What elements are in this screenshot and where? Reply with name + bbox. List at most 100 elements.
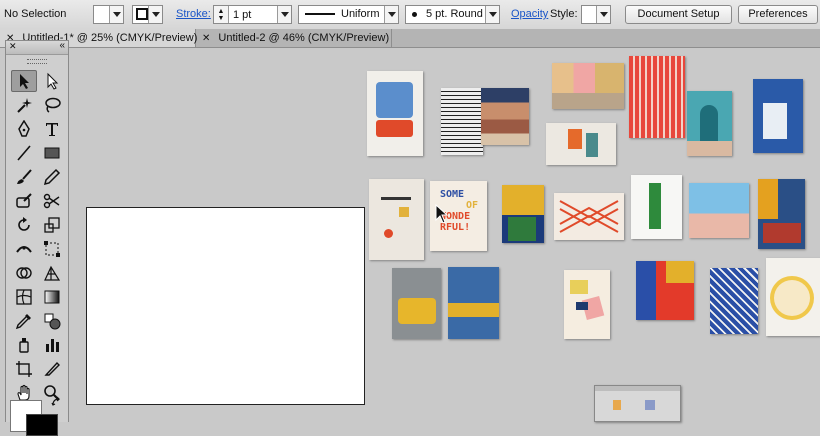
stroke-profile-icon	[305, 13, 335, 15]
poster-text-line-1: SOME	[440, 189, 465, 200]
photo-thumbnail-yellow-sofa[interactable]	[392, 268, 441, 339]
style-label: Style:	[550, 8, 578, 20]
tools-panel: ✕ «	[5, 40, 69, 436]
graphic-style-dropdown[interactable]	[581, 5, 611, 24]
opacity-panel-link[interactable]: Opacity	[511, 5, 548, 24]
paintbrush-icon	[17, 169, 32, 184]
tab-label: Untitled-2 @ 46% (CMYK/Preview)	[218, 32, 390, 44]
preferences-button[interactable]: Preferences	[738, 5, 818, 24]
mesh-tool[interactable]	[11, 286, 37, 308]
poster-thumbnail-mobile[interactable]	[369, 179, 424, 260]
symbol-sprayer-tool[interactable]	[11, 334, 37, 356]
pencil-tool[interactable]	[39, 166, 65, 188]
eyedropper-tool[interactable]	[11, 310, 37, 332]
magic-wand-tool[interactable]	[11, 94, 37, 116]
photo-thumbnail-green-door[interactable]	[631, 175, 682, 239]
poster-thumbnail-zigzag[interactable]	[554, 193, 624, 240]
swap-fill-stroke-icon[interactable]	[51, 396, 63, 408]
lasso-tool[interactable]	[39, 94, 65, 116]
close-icon[interactable]: ✕	[202, 33, 210, 44]
type-tool[interactable]	[39, 118, 65, 140]
width-tool[interactable]	[11, 238, 37, 260]
photo-thumbnail-colorful-building[interactable]	[636, 261, 694, 320]
brush-dot-icon	[412, 12, 417, 17]
poster-thumbnail-blue-stripes[interactable]	[710, 268, 758, 334]
panel-grip-icon[interactable]	[27, 59, 47, 64]
brush-definition-dropdown[interactable]: 5 pt. Round	[405, 5, 500, 24]
poster-thumbnail-collage[interactable]	[564, 270, 610, 339]
gradient-icon	[44, 290, 60, 304]
scale-icon	[44, 217, 60, 233]
photo-thumbnail-yellow-wall[interactable]	[502, 185, 544, 243]
photo-thumbnail-houses[interactable]	[552, 63, 624, 109]
photo-thumbnail-pool[interactable]	[689, 183, 749, 238]
stepper-icon[interactable]: ▲ ▼	[214, 6, 229, 23]
column-graph-icon	[46, 339, 59, 352]
direct-selection-tool[interactable]	[39, 70, 65, 92]
arrow-icon	[20, 74, 29, 89]
perspective-grid-tool[interactable]	[39, 262, 65, 284]
variable-width-profile-dropdown[interactable]: Uniform	[298, 5, 399, 24]
scissors-tool[interactable]	[39, 190, 65, 212]
column-graph-tool[interactable]	[39, 334, 65, 356]
photo-thumbnail-door[interactable]	[687, 91, 732, 156]
brush-definition-label: 5 pt. Round	[426, 8, 483, 20]
tab-untitled-2[interactable]: ✕ Untitled-2 @ 46% (CMYK/Preview)	[196, 29, 392, 47]
poster-thumbnail-shapes[interactable]	[367, 71, 423, 156]
blob-brush-tool[interactable]	[11, 190, 37, 212]
stroke-weight-value: 1 pt	[233, 8, 252, 21]
eyedropper-icon	[15, 314, 31, 330]
fill-color-dropdown[interactable]	[93, 5, 124, 24]
stroke-color-dropdown[interactable]	[132, 5, 163, 24]
control-bar: No Selection Stroke: ▲ ▼ 1 pt Uniform 5 p…	[0, 0, 820, 30]
chevron-down-icon	[485, 6, 499, 23]
stroke-panel-link[interactable]: Stroke:	[176, 5, 211, 24]
photo-thumbnail-building[interactable]	[629, 56, 685, 138]
shape-builder-tool[interactable]	[11, 262, 37, 284]
slice-knife-icon	[44, 361, 60, 376]
photo-thumbnail-interior[interactable]	[546, 123, 616, 165]
stroke-swatch[interactable]	[26, 414, 58, 436]
poster-thumbnail-landscape[interactable]	[481, 88, 529, 145]
rotate-tool[interactable]	[11, 214, 37, 236]
pencil-icon	[43, 168, 61, 186]
document-setup-button[interactable]: Document Setup	[625, 5, 732, 24]
collapse-icon[interactable]: «	[59, 40, 65, 51]
tools-panel-header[interactable]: ✕ «	[6, 40, 68, 55]
gradient-tool[interactable]	[39, 286, 65, 308]
symbol-sprayer-icon	[19, 338, 29, 353]
chevron-down-icon	[384, 6, 398, 23]
photo-thumbnail-plate[interactable]	[766, 258, 820, 336]
pen-nib-icon	[18, 120, 30, 137]
line-segment-tool[interactable]	[11, 142, 37, 164]
photo-thumbnail-red-room[interactable]	[758, 179, 805, 249]
blend-tool[interactable]	[39, 310, 65, 332]
pen-tool[interactable]	[11, 118, 37, 140]
poster-thumbnail-pattern[interactable]	[441, 88, 483, 155]
slice-tool[interactable]	[39, 358, 65, 380]
scale-tool[interactable]	[39, 214, 65, 236]
stroke-swatch-icon	[136, 8, 148, 20]
close-icon[interactable]: ✕	[9, 41, 17, 52]
paintbrush-tool[interactable]	[11, 166, 37, 188]
screenshot-thumbnail[interactable]	[594, 385, 681, 422]
selection-tool[interactable]	[11, 70, 37, 92]
photo-thumbnail-blue-wall[interactable]	[448, 267, 499, 339]
mouse-pointer-icon	[435, 204, 449, 224]
photo-thumbnail-blue-house[interactable]	[753, 79, 803, 153]
rotate-icon	[18, 217, 30, 231]
scissors-icon	[43, 193, 60, 209]
free-transform-tool[interactable]	[39, 238, 65, 260]
lasso-icon	[45, 97, 61, 113]
artboard-tool[interactable]	[11, 358, 37, 380]
chevron-down-icon	[109, 6, 123, 23]
type-t-icon	[46, 123, 58, 136]
selection-status: No Selection	[4, 8, 67, 20]
free-transform-icon	[44, 241, 60, 257]
artboard[interactable]	[86, 207, 365, 405]
stroke-weight-field[interactable]: ▲ ▼ 1 pt	[213, 5, 292, 24]
mesh-icon	[16, 289, 32, 305]
rectangle-tool[interactable]	[39, 142, 65, 164]
blend-icon	[44, 313, 61, 330]
perspective-grid-icon	[44, 265, 61, 281]
